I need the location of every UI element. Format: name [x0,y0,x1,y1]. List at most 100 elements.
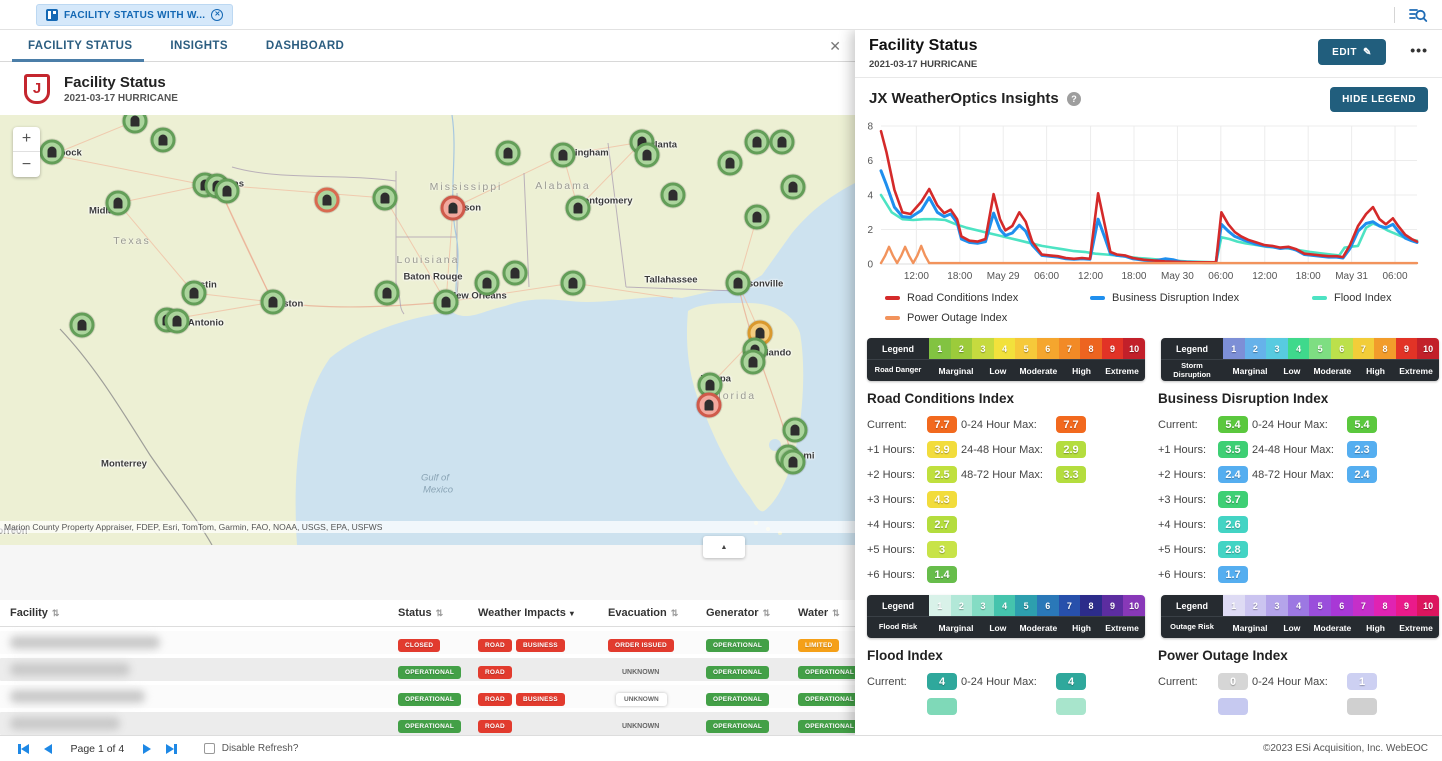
status-badge: ROAD [478,693,512,706]
scale-value: 1 [929,338,951,359]
facility-marker[interactable] [261,290,286,315]
facility-marker[interactable] [783,418,808,443]
facility-marker[interactable] [718,151,743,176]
list-search-icon[interactable] [1408,5,1428,25]
facility-marker[interactable] [745,130,770,155]
column-header-status[interactable]: Status⇅ [398,607,478,619]
scale-band: Low [1277,360,1307,381]
facility-marker[interactable] [70,313,95,338]
disable-refresh-checkbox[interactable]: Disable Refresh? [204,743,299,754]
facility-map[interactable]: + − LubbockMidlandDallasAustinHoustonSan… [0,115,855,545]
facility-marker[interactable] [165,309,190,334]
facility-marker[interactable] [215,179,240,204]
section-close-icon[interactable]: ✕ [829,38,841,55]
building-icon [131,116,140,127]
collapse-button[interactable]: ▲ [703,536,745,558]
facility-marker[interactable] [503,261,528,286]
facility-marker[interactable] [745,205,770,230]
last-page-button[interactable] [166,744,177,754]
status-badge: CLOSED [398,639,440,652]
checkbox-icon[interactable] [204,743,215,754]
building-icon [789,457,798,468]
facility-marker[interactable] [661,183,686,208]
facility-marker[interactable] [375,281,400,306]
facility-marker[interactable] [781,175,806,200]
sort-icon: ⇅ [436,608,444,619]
index-value-chip: 1 [1347,673,1377,690]
column-header-facility[interactable]: Facility⇅ [10,607,398,619]
board-tab-close-icon[interactable]: ✕ [211,9,223,21]
building-icon [190,288,199,299]
index-row-label: 48-72 Hour Max: [1252,469,1347,481]
table-row[interactable]: OPERATIONAL ROAD UNKNOWN OPERATIONAL OPE… [0,658,855,681]
next-page-button[interactable] [143,744,151,754]
tab-facility-status[interactable]: FACILITY STATUS [28,30,132,62]
legend-item[interactable]: Power Outage Index [885,312,1090,324]
storm-disruption-legend: Legend12345678910Storm DisruptionMargina… [1161,338,1439,381]
facility-marker[interactable] [151,128,176,153]
facility-marker[interactable] [40,140,65,165]
facility-marker[interactable] [770,130,795,155]
index-title: Power Outage Index [1158,648,1442,663]
first-page-button[interactable] [18,744,29,754]
status-badge: BUSINESS [516,639,565,652]
column-header-weather-impacts[interactable]: Weather Impacts▾ [478,607,608,619]
edit-button[interactable]: EDIT✎ [1318,39,1386,65]
board-subtitle: 2021-03-17 HURRICANE [64,93,178,104]
previous-page-button[interactable] [44,744,52,754]
hide-legend-button[interactable]: HIDE LEGEND [1330,87,1428,112]
facility-marker[interactable] [441,196,466,221]
facility-marker[interactable] [741,350,766,375]
svg-text:May 30: May 30 [1161,271,1194,282]
legend-item[interactable]: Road Conditions Index [885,292,1090,304]
scale-value: 4 [994,338,1016,359]
scale-name: Flood Risk [867,617,929,638]
facility-marker[interactable] [182,281,207,306]
index-row-label: 0-24 Hour Max: [961,419,1056,431]
column-header-water[interactable]: Water⇅ [798,607,855,619]
status-badge: ROAD [478,666,512,679]
legend-item[interactable]: Flood Index [1312,292,1442,304]
facility-marker[interactable] [315,188,340,213]
index-row-label: +6 Hours: [1158,569,1218,581]
index-value-chip [1347,698,1377,715]
legend-swatch-icon [1090,296,1105,300]
zoom-in-button[interactable]: + [13,127,40,152]
index-value-chip: 2.4 [1347,466,1377,483]
facility-marker[interactable] [475,271,500,296]
building-icon [734,278,743,289]
legend-item[interactable]: Business Disruption Index [1090,292,1312,304]
zoom-out-button[interactable]: − [13,152,40,177]
help-icon[interactable]: ? [1067,92,1081,106]
column-header-generator[interactable]: Generator⇅ [706,607,798,619]
index-value-chip: 4 [1056,673,1086,690]
scale-value: 6 [1331,595,1353,616]
facility-marker[interactable] [551,143,576,168]
svg-text:06:00: 06:00 [1208,271,1233,282]
table-row[interactable]: OPERATIONAL ROAD UNKNOWN OPERATIONAL OPE… [0,712,855,735]
more-menu-button[interactable]: ••• [1410,42,1428,58]
facility-marker[interactable] [373,186,398,211]
scale-name: Road Danger [867,360,929,381]
facility-marker[interactable] [106,191,131,216]
section-tabs: FACILITY STATUS INSIGHTS DASHBOARD [0,30,855,62]
building-icon [753,212,762,223]
table-row[interactable]: OPERATIONAL ROADBUSINESS UNKNOWN OPERATI… [0,685,855,708]
facility-marker[interactable] [561,271,586,296]
facility-marker[interactable] [496,141,521,166]
facility-marker[interactable] [697,393,722,418]
scale-value: 9 [1102,338,1124,359]
index-row-label: +2 Hours: [1158,469,1218,481]
tab-insights[interactable]: INSIGHTS [170,30,228,62]
building-icon [223,186,232,197]
column-header-evacuation[interactable]: Evacuation⇅ [608,607,706,619]
board-tab[interactable]: FACILITY STATUS WITH W... ✕ [36,4,233,26]
facility-marker[interactable] [635,143,660,168]
facility-marker[interactable] [434,290,459,315]
status-badge: BUSINESS [516,693,565,706]
facility-marker[interactable] [566,196,591,221]
facility-marker[interactable] [781,450,806,475]
tab-dashboard[interactable]: DASHBOARD [266,30,344,62]
facility-marker[interactable] [726,271,751,296]
table-row[interactable]: CLOSED ROADBUSINESS ORDER ISSUED OPERATI… [0,631,855,654]
